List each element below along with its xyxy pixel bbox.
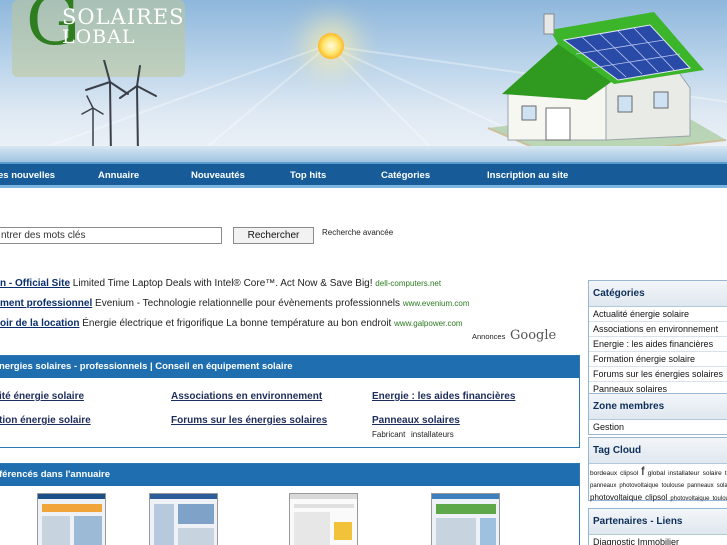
tag-link[interactable]: panneaux (590, 483, 616, 489)
tag-link[interactable]: panneaux (687, 483, 713, 489)
sidebar-members: Zone membres Gestion (588, 393, 727, 435)
ads-credit-label[interactable]: Annonces (472, 332, 505, 341)
ad-text: Énergie électrique et frigorifique La bo… (79, 318, 395, 329)
sidebar-item-actualite[interactable]: Actualité énergie solaire (589, 307, 727, 322)
tag-link[interactable]: photovoltaique (590, 493, 642, 502)
subcategory-link-installateurs[interactable]: installateurs (411, 430, 454, 439)
ad-text: Limited Time Laptop Deals with Intel® Co… (70, 278, 376, 289)
nav-item-top-hits[interactable]: Top hits (290, 170, 326, 181)
category-link-aides[interactable]: Energie : les aides financières (372, 391, 515, 402)
tag-link[interactable]: photovoltaique (670, 496, 709, 502)
tag-link[interactable]: clipsol (620, 470, 638, 477)
annuaire-box: férencés dans l'annuaire (0, 463, 580, 545)
category-link-associations[interactable]: Associations en environnement (171, 391, 322, 402)
google-logo[interactable]: Google (510, 328, 556, 343)
header-ground (0, 146, 727, 162)
site-thumbnail[interactable] (149, 493, 218, 545)
sidebar-item-gestion[interactable]: Gestion (589, 420, 727, 434)
tag-link[interactable]: solaire (703, 470, 722, 477)
ad-url[interactable]: www.evenium.com (403, 299, 470, 308)
tag-link[interactable]: photovoltaique (619, 483, 658, 489)
wind-turbines-illustration (81, 60, 157, 159)
search-button[interactable]: Rechercher (233, 227, 314, 244)
sidebar-item-forums[interactable]: Forums sur les énergies solaires (589, 367, 727, 382)
sidebar-tag-cloud: Tag Cloud bordeaux clipsol f global inst… (588, 437, 727, 502)
category-link-panneaux[interactable]: Panneaux solaires (372, 415, 460, 426)
header-banner: G SOLAIRES LOBAL (0, 0, 727, 162)
tag-link[interactable]: solaire (717, 483, 727, 489)
ad-item: oir de la location Énergie électrique et… (0, 318, 463, 329)
site-thumbnail[interactable] (37, 493, 106, 545)
sidebar-categories-title: Catégories (589, 281, 727, 307)
annuaire-box-title: férencés dans l'annuaire (0, 464, 579, 486)
categories-box-title: nergies solaires - professionnels | Cons… (0, 356, 579, 378)
tag-link[interactable]: bordeaux (590, 470, 617, 477)
sidebar-item-aides[interactable]: Energie : les aides financières (589, 337, 727, 352)
tag-link[interactable]: clipsol (645, 493, 667, 502)
nav-item-inscription[interactable]: Inscription au site (487, 170, 568, 181)
tag-link[interactable]: f (641, 464, 644, 478)
site-thumbnail[interactable] (431, 493, 500, 545)
sidebar-members-title: Zone membres (589, 394, 727, 420)
sidebar-item-diagnostic[interactable]: Diagnostic Immobilier (589, 535, 727, 545)
ad-url[interactable]: dell-computers.net (375, 279, 441, 288)
nav-item-nouvelles[interactable]: es nouvelles (0, 170, 55, 181)
sidebar-item-associations[interactable]: Associations en environnement (589, 322, 727, 337)
sun-illustration (318, 33, 344, 59)
nav-item-categories[interactable]: Catégories (381, 170, 430, 181)
tag-link[interactable]: toulouse (662, 483, 685, 489)
ad-title-link[interactable]: ment professionnel (0, 298, 92, 309)
ad-title-link[interactable]: oir de la location (0, 318, 79, 329)
tag-link[interactable]: toulouse (713, 496, 727, 502)
categories-box: nergies solaires - professionnels | Cons… (0, 355, 580, 448)
logo-line2: LOBAL (62, 26, 136, 48)
sidebar-tags-title: Tag Cloud (589, 438, 727, 464)
search-input[interactable] (0, 227, 222, 244)
sidebar-partners: Partenaires - Liens Diagnostic Immobilie… (588, 508, 727, 545)
sidebar-item-formation[interactable]: Formation énergie solaire (589, 352, 727, 367)
ad-text: Evenium - Technologie relationnelle pour… (92, 298, 403, 309)
site-thumbnail[interactable] (289, 493, 358, 545)
category-link-forums[interactable]: Forums sur les énergies solaires (171, 415, 327, 426)
tag-link[interactable]: installateur (668, 470, 699, 477)
nav-item-annuaire[interactable]: Annuaire (98, 170, 139, 181)
ad-title-link[interactable]: n - Official Site (0, 278, 70, 289)
subcategory-link-fabricant[interactable]: Fabricant (372, 430, 405, 439)
nav-item-nouveautes[interactable]: Nouveautés (191, 170, 245, 181)
sidebar-partners-title: Partenaires - Liens (589, 509, 727, 535)
ad-url[interactable]: www.galpower.com (394, 319, 462, 328)
sidebar-categories: Catégories Actualité énergie solaire Ass… (588, 280, 727, 397)
tag-link[interactable]: global (648, 470, 665, 477)
category-link-formation[interactable]: tion énergie solaire (0, 415, 91, 426)
category-link-actualite[interactable]: ité énergie solaire (0, 391, 84, 402)
main-nav: es nouvelles Annuaire Nouveautés Top hit… (0, 162, 727, 188)
ad-item: n - Official Site Limited Time Laptop De… (0, 278, 441, 289)
ad-item: ment professionnel Evenium - Technologie… (0, 298, 470, 309)
solar-house-illustration (487, 12, 727, 160)
advanced-search-link[interactable]: Recherche avancée (322, 228, 393, 237)
